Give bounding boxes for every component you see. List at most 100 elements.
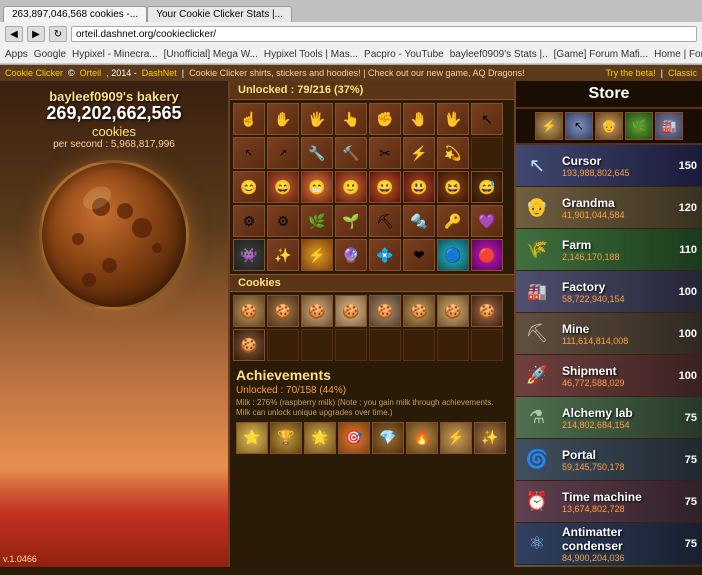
upgrade-item[interactable]: 🤚 <box>403 103 435 135</box>
upgrade-item[interactable]: 🙂 <box>335 171 367 203</box>
store-item-farm[interactable]: Farm 2,146,170,188 110 <box>516 229 702 271</box>
bookmark-google[interactable]: Google <box>34 49 66 60</box>
upgrade-item[interactable]: ⚡ <box>403 137 435 169</box>
cookie-item-locked[interactable] <box>335 329 367 361</box>
upgrade-item[interactable]: 🖖 <box>437 103 469 135</box>
upgrade-item[interactable]: ✋ <box>267 103 299 135</box>
cookie-item[interactable]: 🍪 <box>301 295 333 327</box>
infobar-orteil-link[interactable]: Orteil <box>80 68 102 78</box>
upgrade-item-locked[interactable] <box>471 137 503 169</box>
upgrade-item[interactable]: 🔮 <box>335 239 367 271</box>
cookie-item[interactable]: 🍪 <box>369 295 401 327</box>
cookie-item[interactable]: 🍪 <box>335 295 367 327</box>
achievement-item[interactable]: ⭐ <box>236 422 268 454</box>
cookie-item[interactable]: 🍪 <box>403 295 435 327</box>
bookmark-apps[interactable]: Apps <box>5 49 28 60</box>
try-beta-link[interactable]: Try the beta! <box>605 68 655 78</box>
store-item-antimatter[interactable]: Antimatter condenser 84,900,204,036 75 <box>516 523 702 565</box>
tab-cookie-clicker[interactable]: 263,897,046,568 cookies -... <box>3 6 147 22</box>
url-input[interactable] <box>71 26 697 42</box>
upgrade-item[interactable]: 💫 <box>437 137 469 169</box>
big-cookie[interactable] <box>39 160 189 310</box>
infobar-cookie-clicker-link[interactable]: Cookie Clicker <box>5 68 63 78</box>
upgrade-item[interactable]: ❤ <box>403 239 435 271</box>
upgrade-item[interactable]: ✊ <box>369 103 401 135</box>
upgrade-item[interactable]: 👾 <box>233 239 265 271</box>
upgrade-item[interactable]: ↗ <box>267 137 299 169</box>
cookie-item-locked[interactable] <box>301 329 333 361</box>
infobar-dashnet-link[interactable]: DashNet <box>142 68 177 78</box>
upgrade-item[interactable]: 🔑 <box>437 205 469 237</box>
upgrade-item[interactable]: 😄 <box>267 171 299 203</box>
store-item-mine[interactable]: Mine 111,614,814,008 100 <box>516 313 702 355</box>
upgrade-item[interactable]: ⚙ <box>233 205 265 237</box>
cookie-item-locked[interactable] <box>437 329 469 361</box>
bookmark-forum[interactable]: [Game] Forum Mafi... <box>554 49 648 60</box>
upgrade-item[interactable]: 🌿 <box>301 205 333 237</box>
upgrade-item[interactable]: ☝ <box>233 103 265 135</box>
upgrade-item[interactable]: ✂ <box>369 137 401 169</box>
upgrade-item[interactable]: ⚙ <box>267 205 299 237</box>
store-item-grandma[interactable]: Grandma 41,901,044,584 120 <box>516 187 702 229</box>
upgrade-item[interactable]: ↖ <box>233 137 265 169</box>
upgrade-item[interactable]: ⚡ <box>301 239 333 271</box>
upgrade-item[interactable]: 👆 <box>335 103 367 135</box>
upgrade-item[interactable]: 🌱 <box>335 205 367 237</box>
upgrade-item[interactable]: 💜 <box>471 205 503 237</box>
store-upgrade-item[interactable]: 🏭 <box>655 112 683 140</box>
forward-button[interactable]: ▶ <box>27 26 45 42</box>
store-item-timemachine[interactable]: Time machine 13,674,802,728 75 <box>516 481 702 523</box>
bookmark-home[interactable]: Home | Forum <box>654 49 702 60</box>
upgrade-item[interactable]: 😅 <box>471 171 503 203</box>
achievement-item[interactable]: 🎯 <box>338 422 370 454</box>
cookie-item-locked[interactable] <box>471 329 503 361</box>
upgrade-item[interactable]: 🔧 <box>301 137 333 169</box>
upgrade-item[interactable]: 🔴 <box>471 239 503 271</box>
achievement-item[interactable]: ✨ <box>474 422 506 454</box>
cookie-item-locked[interactable] <box>369 329 401 361</box>
store-upgrade-item[interactable]: ↖ <box>565 112 593 140</box>
refresh-button[interactable]: ↻ <box>49 26 67 42</box>
bookmark-stats[interactable]: bayleef0909's Stats |.. <box>450 49 548 60</box>
upgrade-item[interactable]: 🖐 <box>301 103 333 135</box>
back-button[interactable]: ◀ <box>5 26 23 42</box>
upgrade-item[interactable]: 😀 <box>369 171 401 203</box>
upgrade-item[interactable]: ⛏ <box>369 205 401 237</box>
store-upgrade-item[interactable]: 🌿 <box>625 112 653 140</box>
store-item-shipment[interactable]: Shipment 46,772,588,029 100 <box>516 355 702 397</box>
bookmark-mega[interactable]: [Unofficial] Mega W... <box>164 49 258 60</box>
achievement-item[interactable]: 🏆 <box>270 422 302 454</box>
store-item-cursor[interactable]: Cursor 193,988,802,645 150 <box>516 145 702 187</box>
upgrade-item[interactable]: ✨ <box>267 239 299 271</box>
bookmark-hypixel[interactable]: Hypixel - Minecra... <box>72 49 158 60</box>
upgrade-item[interactable]: 💠 <box>369 239 401 271</box>
classic-link[interactable]: Classic <box>668 68 697 78</box>
cookie-item[interactable]: 🍪 <box>233 295 265 327</box>
store-item-alchemy[interactable]: Alchemy lab 214,802,684,154 75 <box>516 397 702 439</box>
cookie-item-locked[interactable] <box>267 329 299 361</box>
store-upgrade-item[interactable]: ⚡ <box>535 112 563 140</box>
tab-stats[interactable]: Your Cookie Clicker Stats |... <box>147 6 292 22</box>
upgrade-item[interactable]: 😆 <box>437 171 469 203</box>
store-item-factory[interactable]: Factory 58,722,940,154 100 <box>516 271 702 313</box>
cookie-item[interactable]: 🍪 <box>471 295 503 327</box>
upgrade-item[interactable]: ↖ <box>471 103 503 135</box>
cookie-item[interactable]: 🍪 <box>233 329 265 361</box>
upgrade-item[interactable]: 😃 <box>403 171 435 203</box>
achievement-item[interactable]: ⚡ <box>440 422 472 454</box>
store-upgrade-item[interactable]: 👴 <box>595 112 623 140</box>
cookie-item[interactable]: 🍪 <box>267 295 299 327</box>
upgrade-item[interactable]: 😁 <box>301 171 333 203</box>
achievement-item[interactable]: 🔥 <box>406 422 438 454</box>
bookmark-hypixel-tools[interactable]: Hypixel Tools | Mas... <box>264 49 358 60</box>
bookmark-pacpro[interactable]: Pacpro - YouTube <box>364 49 444 60</box>
upgrade-item[interactable]: 😊 <box>233 171 265 203</box>
achievement-item[interactable]: 🌟 <box>304 422 336 454</box>
upgrade-item[interactable]: 🔵 <box>437 239 469 271</box>
upgrade-item[interactable]: 🔩 <box>403 205 435 237</box>
upgrade-item[interactable]: 🔨 <box>335 137 367 169</box>
store-item-portal[interactable]: Portal 59,145,750,178 75 <box>516 439 702 481</box>
store-item-prism[interactable]: Prism 1,109,448,184,420 25 <box>516 565 702 567</box>
cookie-item[interactable]: 🍪 <box>437 295 469 327</box>
achievement-item[interactable]: 💎 <box>372 422 404 454</box>
